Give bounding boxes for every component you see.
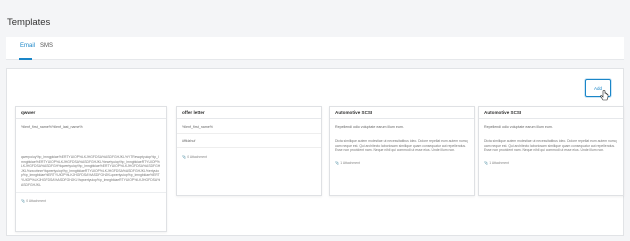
card-line: üffklzhuf [177, 139, 321, 148]
paperclip-icon: 📎 [21, 199, 26, 204]
template-card[interactable]: Automotive SCSI Repellendi odio voluptat… [478, 106, 624, 196]
card-title: Automotive SCSI [330, 107, 474, 119]
tab-bar: Email SMS [6, 37, 624, 60]
tab-email[interactable]: Email [20, 43, 35, 49]
template-card[interactable]: offer letter %lenf_first_name% üffklzhuf… [176, 106, 322, 196]
attachment-count: 📎 0 Attachment [21, 199, 46, 204]
card-title: Automotive SCSI [479, 107, 623, 119]
attachment-count: 📎 1 Attachment [335, 160, 360, 165]
card-title: offer letter [177, 107, 321, 119]
card-body: qwerpoiuy%p_lmngpkiae%ERTYUIOP%LKJHGFDSA… [21, 155, 161, 187]
hand-cursor-icon [600, 90, 609, 101]
paperclip-icon: 📎 [335, 160, 340, 165]
card-line: %lenf_first_name% [177, 125, 321, 134]
card-title: qwwer [16, 107, 166, 119]
active-tab-indicator [19, 58, 32, 60]
card-body: Dicta similique autem molestiae ut neces… [484, 139, 617, 153]
attachment-count: 📎 1 Attachment [484, 160, 509, 165]
paperclip-icon: 📎 [182, 155, 187, 159]
template-card[interactable]: qwwer %lenf_first_name%%lenf_last_name% … [15, 106, 167, 232]
tab-sms[interactable]: SMS [40, 43, 53, 49]
paperclip-icon: 📎 [484, 160, 489, 165]
card-body: Dicta similique autem molestiae ut neces… [335, 139, 468, 153]
template-card[interactable]: Automotive SCSI Repellendi odio voluptat… [329, 106, 475, 196]
attachment-count: 📎 0 Attachment [182, 155, 207, 159]
page-title: Templates [7, 17, 51, 28]
